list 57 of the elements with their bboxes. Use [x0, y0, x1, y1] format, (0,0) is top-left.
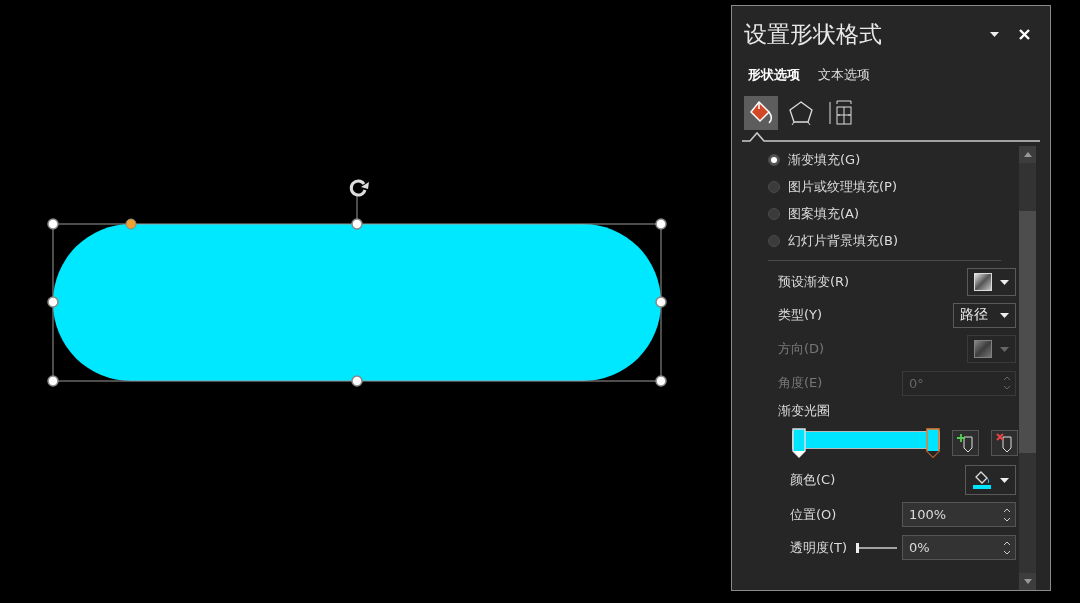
- size-layout-icon: [828, 100, 854, 126]
- fill-radio-option[interactable]: 图案填充(A): [768, 200, 860, 227]
- resize-handle[interactable]: [655, 218, 667, 230]
- adjust-handle[interactable]: [125, 218, 137, 230]
- fill-radio-option[interactable]: 渐变填充(G): [768, 146, 861, 173]
- pentagon-icon: [788, 100, 814, 126]
- position-spin-field[interactable]: 100%: [902, 502, 1016, 527]
- remove-stop-icon: [995, 433, 1014, 453]
- caret-icon: [1000, 312, 1009, 318]
- field-label: 类型(Y): [778, 306, 823, 324]
- scrollbar[interactable]: [1019, 146, 1036, 590]
- type-dropdown[interactable]: 路径: [953, 302, 1016, 328]
- caret-icon: [1000, 279, 1009, 285]
- field-label: 方向(D): [778, 340, 825, 358]
- transparency-spin-field[interactable]: 0%: [902, 535, 1016, 560]
- add-stop-icon: [956, 433, 975, 453]
- close-icon: [1019, 28, 1030, 40]
- gradient-swatch-icon: [974, 340, 992, 358]
- caret-icon: [1000, 346, 1009, 352]
- spinner-arrows-icon[interactable]: [1003, 506, 1011, 523]
- caret-icon: [990, 31, 999, 37]
- panel-title: 设置形状格式: [744, 19, 883, 49]
- spinner-arrows-icon[interactable]: [1003, 539, 1011, 556]
- gradient-stop-handle[interactable]: [926, 428, 940, 458]
- preset-gradient-dropdown[interactable]: [967, 268, 1016, 296]
- fill-radio-option[interactable]: 幻灯片背景填充(B): [768, 227, 899, 254]
- field-label: 位置(O): [790, 505, 837, 524]
- field-label: 预设渐变(R): [778, 273, 850, 291]
- transparency-slider[interactable]: [855, 541, 898, 554]
- resize-handle[interactable]: [47, 218, 59, 230]
- caret-icon: [1000, 477, 1009, 483]
- direction-dropdown[interactable]: [967, 335, 1016, 363]
- resize-handle[interactable]: [47, 296, 59, 308]
- resize-handle[interactable]: [47, 375, 59, 387]
- down-triangle-icon: [1023, 579, 1032, 584]
- resize-handle[interactable]: [351, 218, 363, 230]
- field-label: 颜色(C): [790, 471, 836, 489]
- fill-color-icon: [972, 470, 992, 490]
- field-label: 透明度(T): [790, 538, 848, 557]
- fill-radio-option[interactable]: 图片或纹理填充(P): [768, 173, 897, 200]
- category-tab[interactable]: [744, 96, 778, 130]
- rotate-handle-icon[interactable]: [349, 179, 369, 197]
- options-tab[interactable]: 形状选项: [742, 64, 806, 86]
- remove-stop-button[interactable]: [991, 430, 1018, 456]
- gradient-swatch-icon: [974, 273, 992, 291]
- scroll-down-button[interactable]: [1019, 573, 1036, 590]
- add-stop-button[interactable]: [952, 430, 979, 456]
- color-picker-button[interactable]: [965, 465, 1016, 495]
- section-label: 渐变光圈: [778, 402, 830, 420]
- resize-handle[interactable]: [655, 375, 667, 387]
- resize-handle[interactable]: [655, 296, 667, 308]
- resize-handle[interactable]: [351, 375, 363, 387]
- field-label: 角度(E): [778, 374, 823, 392]
- scroll-up-button[interactable]: [1019, 146, 1036, 163]
- up-triangle-icon: [1023, 152, 1032, 157]
- options-tab[interactable]: 文本选项: [812, 64, 876, 86]
- selected-rounded-rectangle[interactable]: [52, 223, 662, 382]
